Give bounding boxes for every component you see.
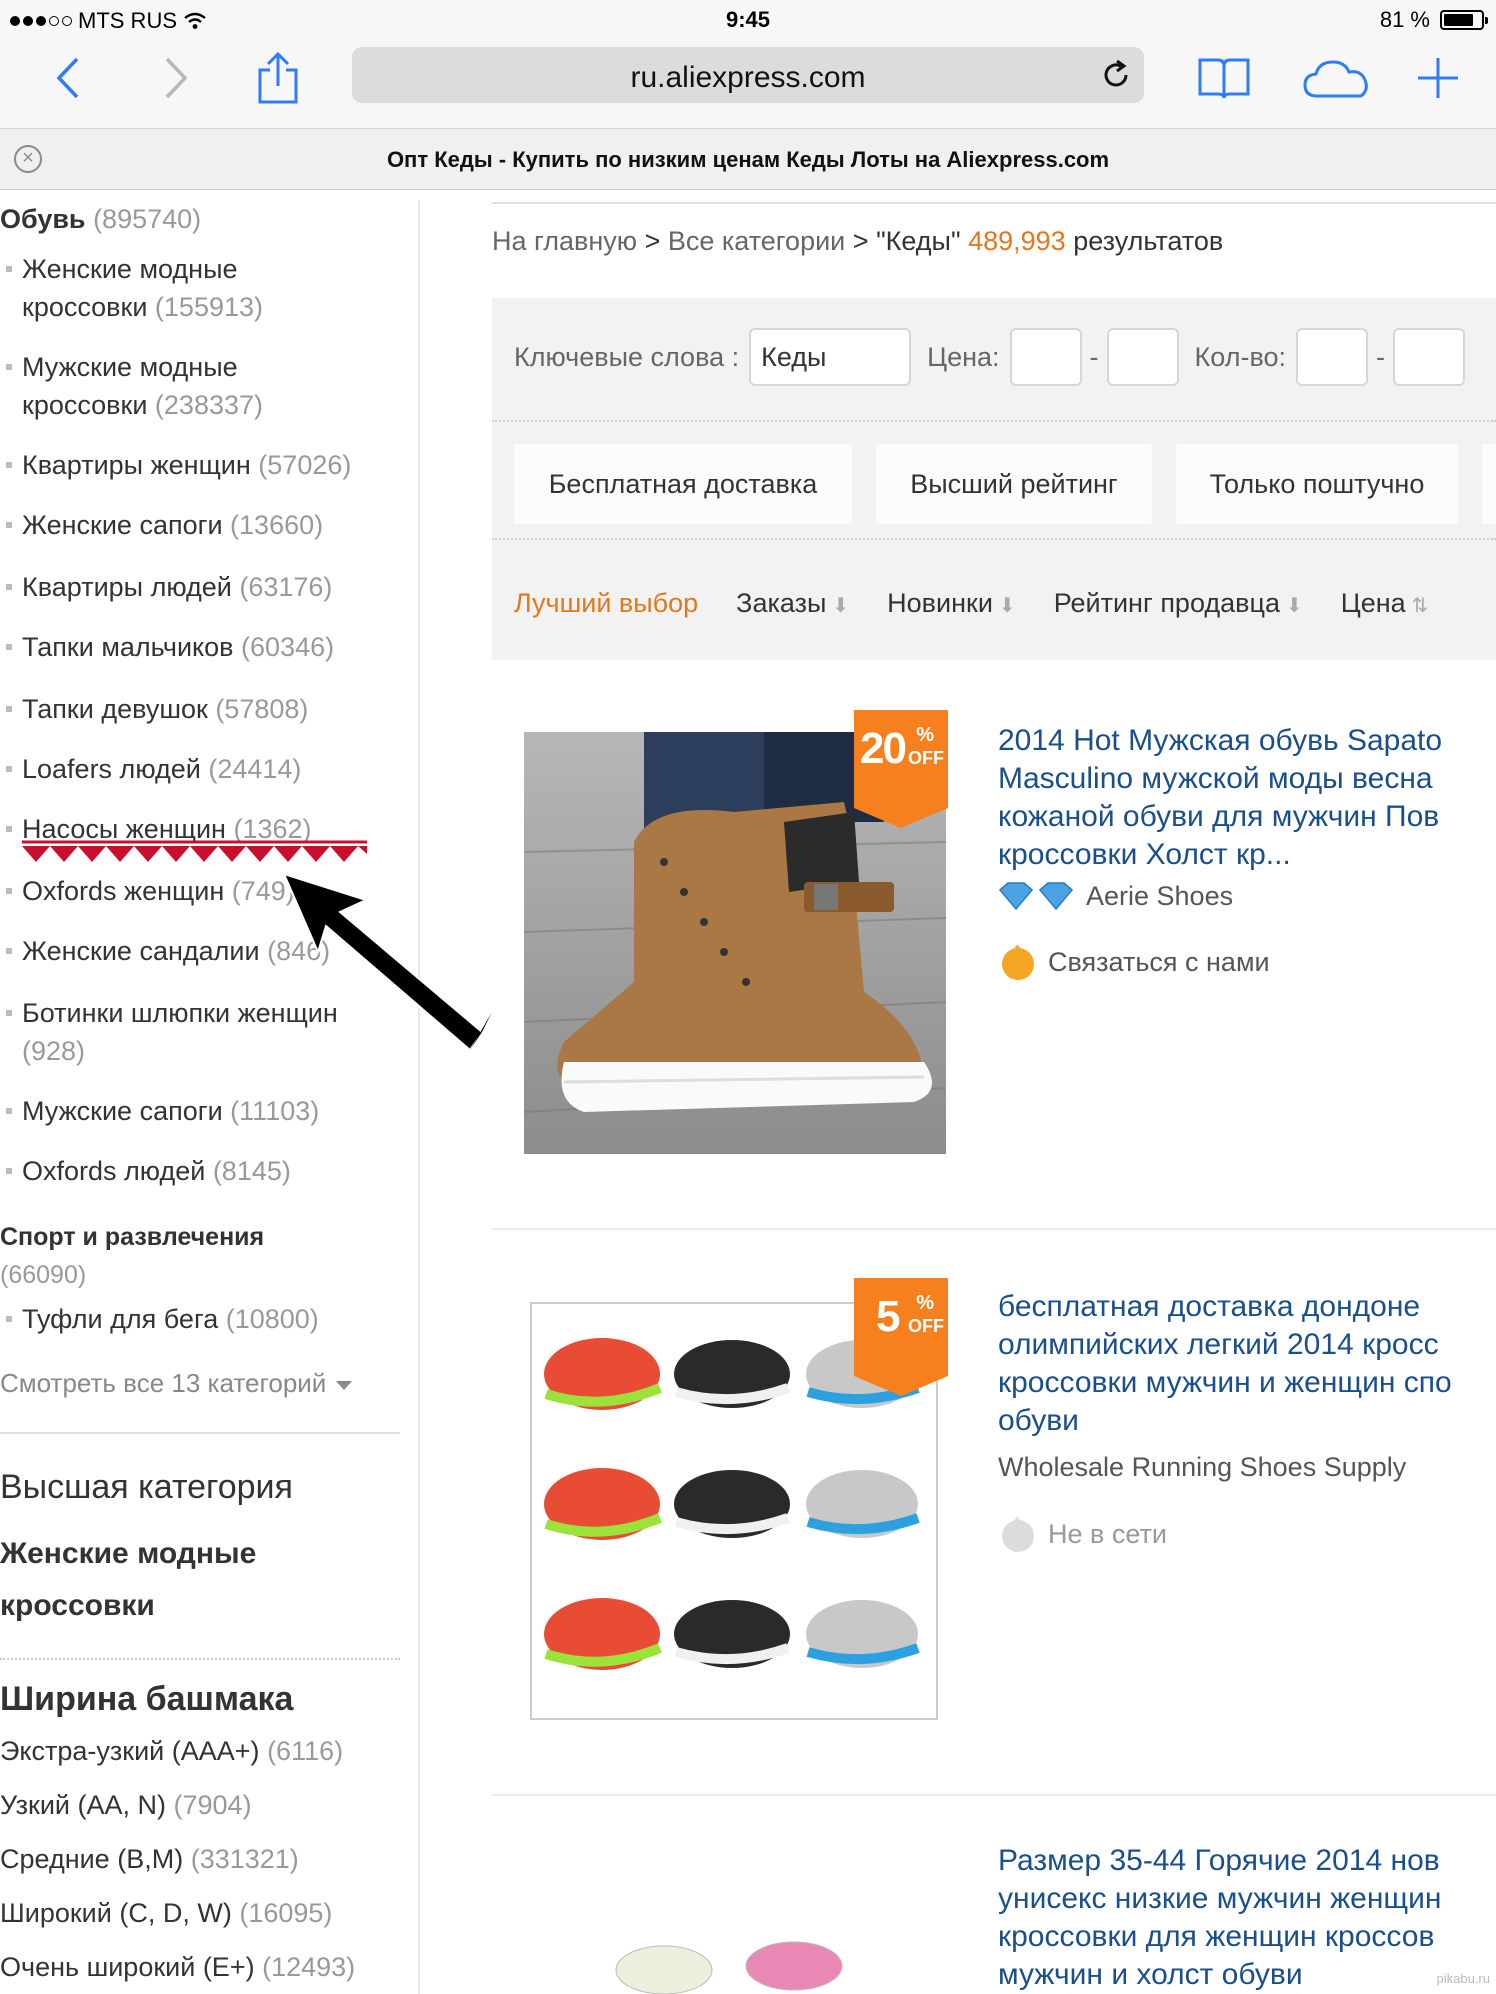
filter-panel: Ключевые слова : Кеды Цена: - Кол-во: - … [492, 298, 1496, 660]
sort-newest[interactable]: Новинки ⬇ [887, 588, 1016, 619]
url-text: ru.aliexpress.com [630, 61, 866, 94]
width-option[interactable]: Узкий (AA, N) (7904) [0, 1790, 252, 1821]
top-category-title: Высшая категория [0, 1468, 293, 1506]
category-item[interactable]: Loafers людей (24414) [6, 750, 402, 788]
category-item[interactable]: Туфли для бега (10800) [6, 1300, 402, 1338]
breadcrumb-all-categories-link[interactable]: Все категории [668, 226, 845, 256]
battery-icon [1440, 10, 1488, 30]
top-rated-filter-button[interactable]: Высший рейтинг [876, 444, 1152, 524]
battery-level [1444, 14, 1474, 26]
category-item[interactable]: Тапки мальчиков (60346) [6, 628, 402, 666]
divider [492, 1228, 1496, 1230]
chat-offline-icon [1002, 1516, 1034, 1552]
store-link[interactable]: Aerie Shoes [998, 880, 1233, 912]
contact-seller-button[interactable]: Связаться с нами [998, 942, 1270, 982]
width-option[interactable]: Очень широкий (E+) (12493) [0, 1952, 355, 1983]
shoe-width-title: Ширина башмака [0, 1680, 294, 1718]
quantity-max-input[interactable] [1393, 328, 1466, 386]
arrow-down-icon: ⬇ [832, 595, 850, 617]
address-bar[interactable]: ru.aliexpress.com [352, 47, 1144, 103]
divider [0, 1432, 400, 1434]
product-image[interactable] [524, 1922, 944, 1994]
category-item[interactable]: Тапки девушок (57808) [6, 690, 402, 728]
watermark: pikabu.ru [1436, 1971, 1490, 1986]
category-item[interactable]: Мужские модные кроссовки (238337) [6, 348, 402, 424]
sort-orders[interactable]: Заказы ⬇ [736, 588, 849, 619]
clock: 9:45 [725, 7, 771, 32]
category-item[interactable]: Квартиры женщин (57026) [6, 446, 402, 484]
keywords-label: Ключевые слова : [514, 341, 740, 372]
width-option[interactable]: Экстра-узкий (AAA+) (6116) [0, 1736, 343, 1767]
top-category-value[interactable]: Женские модные кроссовки [0, 1528, 256, 1632]
chevron-right-icon [165, 57, 188, 99]
divider [492, 420, 1496, 422]
new-tab-button[interactable] [1408, 50, 1468, 106]
chat-online-icon [1002, 944, 1034, 980]
breadcrumb-home-link[interactable]: На главную [492, 226, 637, 256]
result-count: 489,993 [968, 226, 1066, 256]
product-title-link[interactable]: бесплатная доставка дондоне олимпийских … [998, 1288, 1496, 1440]
category-item[interactable]: Квартиры людей (63176) [6, 568, 402, 606]
sort-bar: Лучший выбор Заказы ⬇ Новинки ⬇ Рейтинг пр… [514, 588, 1428, 619]
keywords-input[interactable]: Кеды [749, 328, 912, 386]
chevron-left-icon [56, 57, 79, 99]
bookmarks-button[interactable] [1194, 50, 1254, 106]
forward-button[interactable] [146, 50, 206, 106]
back-button[interactable] [38, 50, 98, 106]
price-min-input[interactable] [1009, 328, 1082, 386]
price-label: Цена: [927, 341, 1000, 372]
sort-price[interactable]: Цена ⇅ [1341, 588, 1429, 619]
product-card: Размер 35-44 Горячие 2014 нов унисекс ни… [492, 1842, 1496, 1994]
price-max-input[interactable] [1106, 328, 1179, 386]
category-item[interactable]: Женские сапоги (13660) [6, 506, 402, 544]
plus-icon [1418, 58, 1458, 98]
divider [492, 202, 1496, 204]
canvas-sneakers-photo [615, 1941, 843, 1994]
product-title-link[interactable]: 2014 Hot Мужская обувь Sapato Masculino … [998, 722, 1496, 874]
category-sidebar: Обувь (895740) Женские модные кроссовки … [0, 200, 420, 1994]
category-item[interactable]: Женские модные кроссовки (155913) [6, 250, 402, 326]
discount-badge: 20 % OFF [854, 710, 948, 828]
share-button[interactable] [248, 50, 308, 106]
reload-icon[interactable] [1100, 59, 1132, 91]
arrow-down-icon: ⬇ [998, 595, 1016, 617]
cloud-icon [1303, 60, 1368, 98]
breadcrumb: На главную > Все категории > "Кеды" 489,… [492, 226, 1224, 256]
quantity-label: Кол-во: [1194, 341, 1287, 372]
product-card: 20 % OFF 2014 Hot Мужская обувь Sapato M… [492, 704, 1496, 1154]
discount-badge: 5 % OFF [854, 1278, 948, 1396]
battery-percent: 81 % [1379, 7, 1430, 32]
arrow-up-down-icon: ⇅ [1411, 595, 1429, 617]
width-option[interactable]: Широкий (C, D, W) (16095) [0, 1898, 332, 1929]
search-results: На главную > Все категории > "Кеды" 489,… [420, 152, 1496, 1994]
divider [0, 1658, 400, 1660]
share-icon [258, 52, 298, 104]
divider [492, 1794, 1496, 1796]
category-sports[interactable]: Спорт и развлечения (66090) [0, 1218, 264, 1294]
category-shoes[interactable]: Обувь (895740) [0, 204, 201, 235]
icloud-tabs-button[interactable] [1302, 50, 1372, 106]
product-title-link[interactable]: Размер 35-44 Горячие 2014 нов унисекс ни… [998, 1842, 1496, 1994]
product-card: 5 % OFF бесплатная доставка дондоне олим… [492, 1274, 1496, 1720]
free-shipping-filter-button[interactable]: Бесплатная доставка [514, 444, 852, 524]
store-link[interactable]: Wholesale Running Shoes Supply [998, 1452, 1406, 1483]
status-bar: MTS RUS 9:45 81 % [0, 0, 1496, 40]
diamond-rating-icon [998, 882, 1074, 911]
book-icon [1198, 58, 1250, 99]
contact-seller-button[interactable]: Не в сети [998, 1514, 1167, 1554]
sort-seller-rating[interactable]: Рейтинг продавца ⬇ [1054, 588, 1303, 619]
single-item-filter-button[interactable]: Только поштучно [1176, 444, 1458, 524]
see-all-categories-link[interactable]: Смотреть все 13 категорий [0, 1368, 353, 1399]
divider [492, 538, 1496, 540]
category-item[interactable]: Мужские сапоги (11103) [6, 1092, 402, 1130]
width-option[interactable]: Средние (B,M) (331321) [0, 1844, 299, 1875]
arrow-down-icon: ⬇ [1285, 595, 1303, 617]
caret-down-icon [336, 1380, 353, 1390]
quantity-min-input[interactable] [1296, 328, 1369, 386]
category-item[interactable]: Oxfords людей (8145) [6, 1152, 402, 1190]
sort-best-match[interactable]: Лучший выбор [514, 588, 698, 619]
more-filter-button[interactable] [1482, 444, 1496, 524]
breadcrumb-query: "Кеды" [876, 226, 961, 256]
